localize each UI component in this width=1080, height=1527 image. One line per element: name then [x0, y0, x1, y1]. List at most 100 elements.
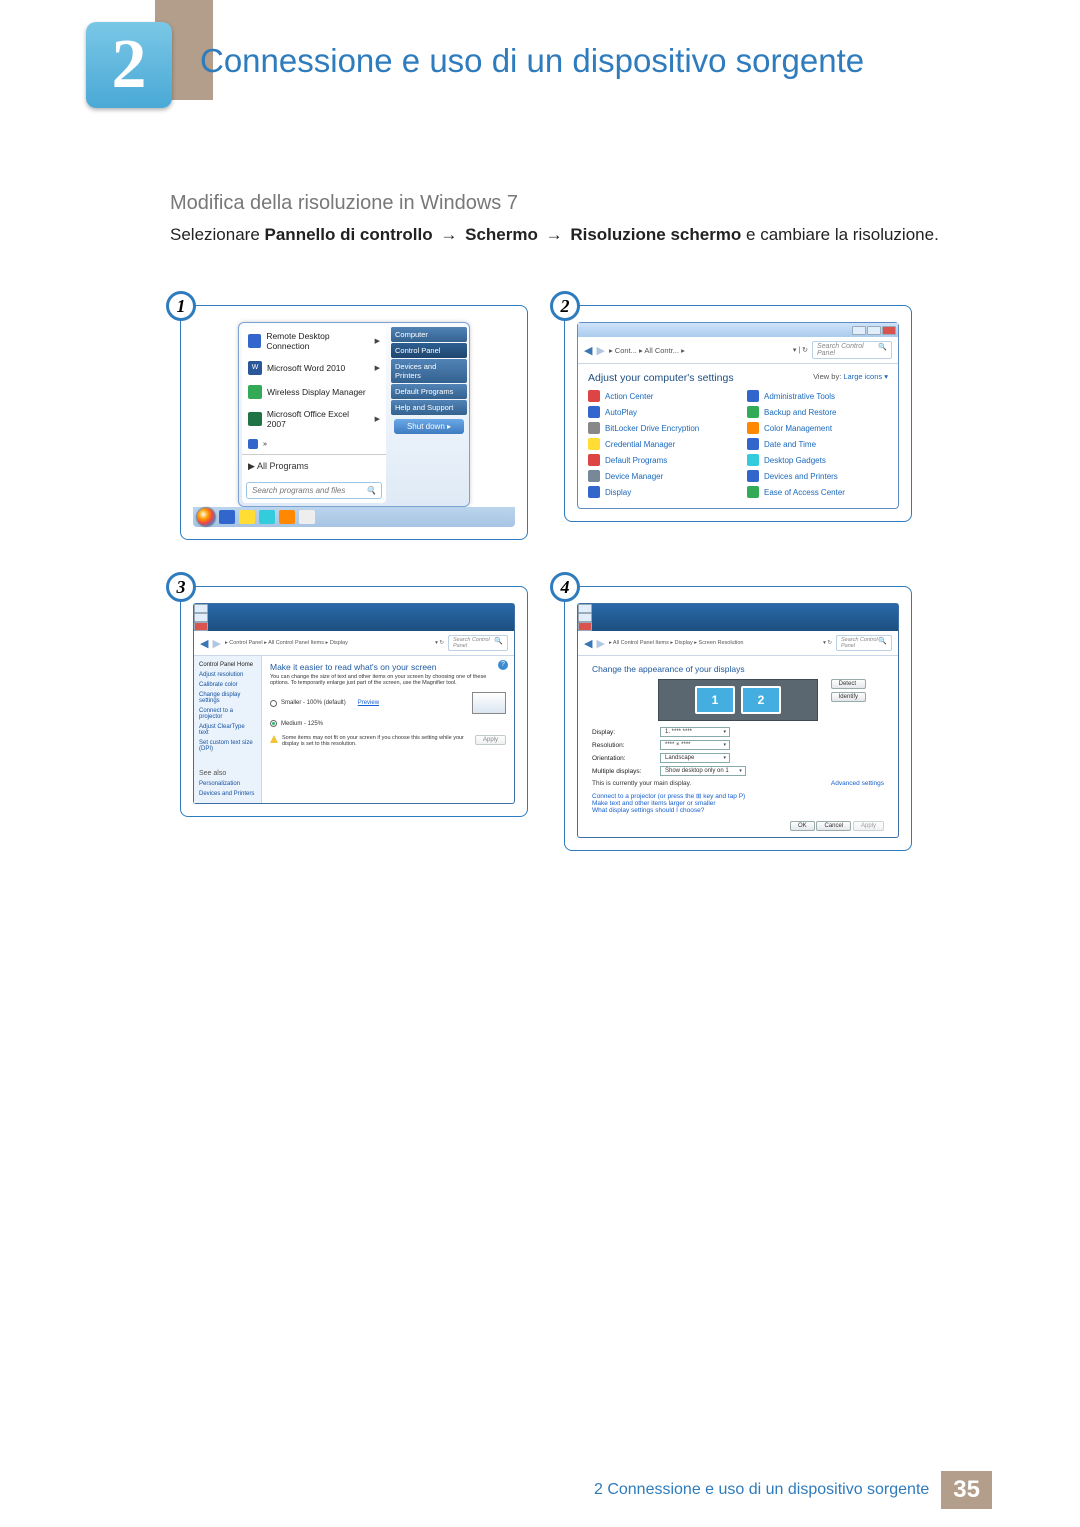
cancel-button[interactable]: Cancel: [816, 821, 851, 831]
cp-item[interactable]: BitLocker Drive Encryption: [588, 422, 729, 434]
advanced-link[interactable]: Advanced settings: [831, 780, 884, 787]
search-input[interactable]: Search Control Panel🔍: [448, 635, 508, 651]
breadcrumb[interactable]: ▸ Control Panel ▸ All Control Panel Item…: [225, 640, 431, 646]
label: Orientation:: [592, 755, 650, 762]
cp-grid: Action Center Administrative Tools AutoP…: [588, 390, 888, 498]
nav-fwd-icon[interactable]: ▶: [596, 344, 604, 357]
cp-heading: Adjust your computer's settings: [588, 372, 734, 384]
nav-fwd-icon[interactable]: ▶: [212, 637, 220, 650]
start-search[interactable]: Search programs and files🔍: [246, 482, 382, 499]
cp-item[interactable]: Color Management: [747, 422, 888, 434]
nav-back-icon[interactable]: ◀: [200, 637, 208, 650]
nav-back-icon[interactable]: ◀: [584, 344, 592, 357]
maximize-icon[interactable]: [194, 613, 208, 622]
side-link[interactable]: Change display settings: [199, 692, 256, 704]
right-item[interactable]: Help and Support: [391, 400, 467, 415]
res-heading: Change the appearance of your displays: [592, 664, 884, 674]
cp-item[interactable]: Date and Time: [747, 438, 888, 450]
label: Resolution:: [592, 742, 650, 749]
close-icon[interactable]: [578, 622, 592, 631]
close-icon[interactable]: [194, 622, 208, 631]
taskbar-icon[interactable]: [259, 510, 275, 524]
cp-item-display[interactable]: Display: [588, 486, 729, 498]
cp-item[interactable]: Action Center: [588, 390, 729, 402]
search-input[interactable]: Search Control Panel🔍: [812, 341, 892, 359]
detect-button[interactable]: Detect: [831, 679, 866, 689]
resolution-select[interactable]: **** × ****: [660, 740, 730, 750]
identify-button[interactable]: Identify: [831, 692, 866, 702]
right-item[interactable]: Computer: [391, 327, 467, 342]
search-input[interactable]: Search Control Panel🔍: [836, 635, 892, 651]
taskbar-icon[interactable]: [219, 510, 235, 524]
sidebar: Control Panel Home Adjust resolution Cal…: [194, 656, 262, 803]
side-link[interactable]: Personalization: [199, 781, 256, 787]
warning-text: Some items may not fit on your screen if…: [282, 735, 471, 747]
nav-back-icon[interactable]: ◀: [584, 637, 592, 650]
footer-text: 2 Connessione e uso di un dispositivo so…: [594, 1481, 929, 1499]
monitor-1[interactable]: 1: [695, 686, 735, 714]
orientation-select[interactable]: Landscape: [660, 753, 730, 763]
main-display-note: This is currently your main display.: [592, 780, 691, 787]
right-item[interactable]: Devices and Printers: [391, 359, 467, 383]
minimize-icon[interactable]: [852, 326, 866, 335]
minimize-icon[interactable]: [194, 604, 208, 613]
monitor-2[interactable]: 2: [741, 686, 781, 714]
all-programs[interactable]: ▶ All Programs: [242, 454, 386, 478]
side-link[interactable]: Devices and Printers: [199, 791, 256, 797]
help-icon[interactable]: ?: [498, 660, 508, 670]
taskbar-icon[interactable]: [239, 510, 255, 524]
cp-item[interactable]: Administrative Tools: [747, 390, 888, 402]
nav-fwd-icon[interactable]: ▶: [596, 637, 604, 650]
taskbar-icon[interactable]: [279, 510, 295, 524]
view-by[interactable]: View by: Large icons ▾: [813, 372, 888, 384]
shutdown-button[interactable]: Shut down ▸: [394, 419, 464, 434]
larger-link[interactable]: Make text and other items larger or smal…: [592, 800, 716, 807]
right-item-control-panel[interactable]: Control Panel: [391, 343, 467, 358]
cp-item[interactable]: Devices and Printers: [747, 470, 888, 482]
breadcrumb[interactable]: ▸ Cont... ▸ All Contr... ▸: [609, 346, 789, 355]
right-item[interactable]: Default Programs: [391, 384, 467, 399]
breadcrumb[interactable]: ▸ All Control Panel Items ▸ Display ▸ Sc…: [609, 640, 819, 646]
what-link[interactable]: What display settings should I choose?: [592, 807, 704, 814]
connect-projector-link[interactable]: Connect to a projector (or press the ⊞ k…: [592, 793, 745, 800]
cp-item[interactable]: Default Programs: [588, 454, 729, 466]
side-link[interactable]: Calibrate color: [199, 682, 256, 688]
apply-button[interactable]: Apply: [475, 735, 506, 745]
display-select[interactable]: 1. **** ****: [660, 727, 730, 737]
step-badge-3: 3: [166, 572, 196, 602]
side-link[interactable]: Set custom text size (DPI): [199, 740, 256, 752]
display-text: You can change the size of text and othe…: [270, 674, 506, 686]
multidisplay-select[interactable]: Show desktop only on 1: [660, 766, 746, 776]
start-item[interactable]: Microsoft Office Excel 2007▶: [242, 404, 386, 434]
radio-smaller[interactable]: Smaller - 100% (default)Preview: [270, 692, 506, 714]
radio-medium[interactable]: Medium - 125%: [270, 720, 506, 727]
start-orb-icon[interactable]: [197, 508, 215, 526]
side-link[interactable]: Adjust ClearType text: [199, 724, 256, 736]
start-item[interactable]: Wireless Display Manager: [242, 380, 386, 404]
close-icon[interactable]: [882, 326, 896, 335]
cp-item[interactable]: AutoPlay: [588, 406, 729, 418]
minimize-icon[interactable]: [578, 604, 592, 613]
display-heading: Make it easier to read what's on your sc…: [270, 662, 506, 672]
label: Display:: [592, 729, 650, 736]
search-icon: 🔍: [366, 486, 376, 495]
side-link[interactable]: Adjust resolution: [199, 672, 256, 678]
cp-item[interactable]: Backup and Restore: [747, 406, 888, 418]
start-item-pinned[interactable]: »: [242, 434, 386, 454]
start-item[interactable]: Remote Desktop Connection▶: [242, 326, 386, 356]
preview-icon: [472, 692, 506, 714]
apply-button[interactable]: Apply: [853, 821, 884, 831]
taskbar-icon[interactable]: [299, 510, 315, 524]
cp-item[interactable]: Device Manager: [588, 470, 729, 482]
side-link[interactable]: Connect to a projector: [199, 708, 256, 720]
side-link[interactable]: Control Panel Home: [199, 662, 256, 668]
maximize-icon[interactable]: [867, 326, 881, 335]
maximize-icon[interactable]: [578, 613, 592, 622]
monitor-picker[interactable]: 1 2: [658, 679, 818, 721]
cp-item[interactable]: Desktop Gadgets: [747, 454, 888, 466]
cp-item[interactable]: Credential Manager: [588, 438, 729, 450]
cp-item[interactable]: Ease of Access Center: [747, 486, 888, 498]
start-item[interactable]: WMicrosoft Word 2010▶: [242, 356, 386, 380]
chapter-number: 2: [112, 25, 147, 105]
ok-button[interactable]: OK: [790, 821, 815, 831]
